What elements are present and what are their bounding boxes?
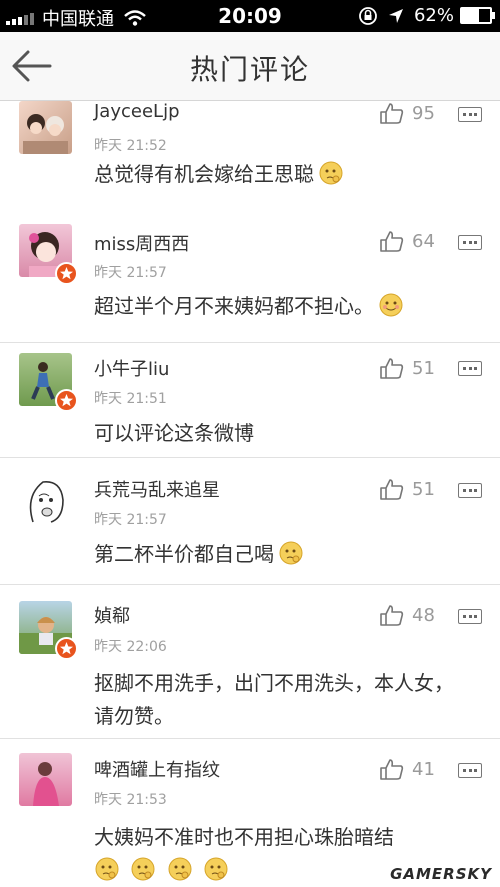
like-count: 51 — [412, 357, 435, 379]
comment-time: 昨天 21:52 — [94, 138, 167, 154]
more-options-icon[interactable] — [458, 235, 482, 250]
comment-text: 总觉得有机会嫁给王思聪 — [94, 158, 464, 191]
comment-item: miss周西西 昨天 21:57 超过半个月不来姨妈都不担心。 64 — [0, 210, 500, 343]
like-button[interactable]: 64 — [380, 230, 435, 252]
thumbs-up-icon — [380, 605, 404, 626]
rotation-lock-icon — [359, 6, 377, 25]
comment-author[interactable]: 小牛子liu — [94, 355, 169, 381]
more-options-icon[interactable] — [458, 763, 482, 778]
avatar[interactable] — [19, 753, 72, 806]
comment-time: 昨天 22:06 — [94, 639, 167, 655]
like-button[interactable]: 95 — [380, 102, 435, 124]
more-options-icon[interactable] — [458, 361, 482, 376]
thinking-emoji-icon — [131, 857, 155, 881]
like-button[interactable]: 51 — [380, 357, 435, 379]
comment-text: 可以评论这条微博 — [94, 421, 254, 445]
thinking-emoji-icon — [204, 857, 228, 881]
comment-item: JayceeLjp 昨天 21:52 总觉得有机会嫁给王思聪 95 — [0, 101, 500, 211]
thinking-emoji-icon — [95, 857, 119, 881]
like-count: 95 — [412, 102, 435, 124]
like-count: 51 — [412, 478, 435, 500]
thumbs-up-icon — [380, 231, 404, 252]
comment-text: 超过半个月不来姨妈都不担心。 — [94, 290, 464, 323]
thumbs-up-icon — [380, 759, 404, 780]
verified-badge-icon — [55, 262, 78, 285]
comment-list[interactable]: JayceeLjp 昨天 21:52 总觉得有机会嫁给王思聪 95 miss周西… — [0, 101, 500, 887]
location-icon — [388, 8, 403, 23]
verified-badge-icon — [55, 637, 78, 660]
like-button[interactable]: 48 — [380, 604, 435, 626]
comment-time: 昨天 21:57 — [94, 265, 167, 281]
comment-time: 昨天 21:53 — [94, 792, 167, 808]
verified-badge-icon — [55, 389, 78, 412]
thumbs-up-icon — [380, 479, 404, 500]
thumbs-up-icon — [380, 103, 404, 124]
more-options-icon[interactable] — [458, 483, 482, 498]
comment-item: 小牛子liu 昨天 21:51 可以评论这条微博 51 — [0, 343, 500, 458]
comment-text: 抠脚不用洗手，出门不用洗头，本人女，请勿赞。 — [94, 671, 454, 728]
like-count: 64 — [412, 230, 435, 252]
comment-text: 第二杯半价都自己喝 — [94, 538, 464, 571]
battery-icon — [460, 7, 495, 24]
comment-item: 媜郗 昨天 22:06 抠脚不用洗手，出门不用洗头，本人女，请勿赞。 48 — [0, 585, 500, 739]
status-bar: 中国联通 20:09 62% — [0, 0, 500, 32]
more-options-icon[interactable] — [458, 609, 482, 624]
thinking-emoji-icon — [168, 857, 192, 881]
like-button[interactable]: 51 — [380, 478, 435, 500]
comment-time: 昨天 21:57 — [94, 512, 167, 528]
avatar[interactable] — [19, 101, 72, 154]
avatar[interactable] — [19, 474, 72, 527]
more-options-icon[interactable] — [458, 107, 482, 122]
like-count: 41 — [412, 758, 435, 780]
thumbs-up-icon — [380, 358, 404, 379]
smile-emoji-icon — [379, 293, 403, 317]
watermark: GAMERSKY — [390, 865, 492, 883]
comment-time: 昨天 21:51 — [94, 391, 167, 407]
thinking-emoji-icon — [279, 541, 303, 565]
comment-item: 兵荒马乱来追星 昨天 21:57 第二杯半价都自己喝 51 — [0, 458, 500, 585]
comment-author[interactable]: 媜郗 — [94, 602, 130, 628]
battery-percent: 62% — [413, 5, 454, 26]
comment-author[interactable]: 啤酒罐上有指纹 — [94, 756, 220, 782]
comment-author[interactable]: miss周西西 — [94, 230, 189, 256]
nav-bar: 热门评论 — [0, 32, 500, 101]
thinking-emoji-icon — [319, 161, 343, 185]
page-title: 热门评论 — [189, 53, 310, 86]
like-count: 48 — [412, 604, 435, 626]
like-button[interactable]: 41 — [380, 758, 435, 780]
comment-author[interactable]: 兵荒马乱来追星 — [94, 476, 220, 502]
comment-author[interactable]: JayceeLjp — [94, 101, 180, 122]
